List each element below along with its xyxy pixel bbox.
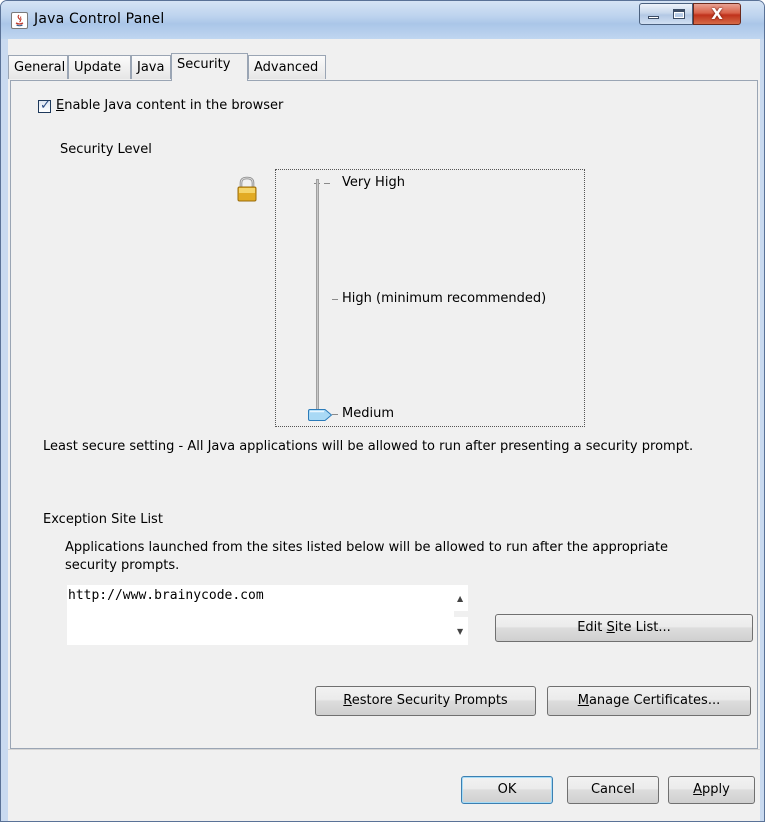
- mnemonic-letter: M: [577, 693, 589, 708]
- button-text: pply: [702, 782, 730, 797]
- divider: [8, 749, 760, 750]
- slider-thumb[interactable]: [307, 409, 333, 425]
- slider-track[interactable]: [316, 179, 319, 416]
- security-level-description: Least secure setting - All Java applicat…: [43, 439, 694, 454]
- scroll-up-arrow-icon: ▲: [457, 594, 464, 603]
- tab-security[interactable]: Security: [171, 53, 248, 81]
- java-icon[interactable]: [11, 12, 28, 29]
- tab-label: Security: [177, 57, 231, 72]
- scroll-down-arrow-icon: ▼: [457, 627, 464, 636]
- minimize-button[interactable]: [639, 3, 667, 25]
- restore-security-prompts-button[interactable]: Restore Security Prompts: [315, 686, 536, 716]
- window-title: Java Control Panel: [34, 11, 165, 27]
- button-text: Edit: [577, 620, 607, 635]
- slider-tick: [332, 299, 338, 300]
- button-text: estore Security Prompts: [351, 693, 508, 708]
- close-icon: X: [711, 5, 723, 23]
- java-control-panel-window: Java Control Panel X General Update Java…: [0, 0, 765, 822]
- mnemonic-letter: R: [343, 693, 352, 708]
- mnemonic-letter: E: [56, 98, 65, 113]
- exception-site-list[interactable]: http://www.brainycode.com: [67, 585, 454, 645]
- list-item[interactable]: http://www.brainycode.com: [68, 588, 264, 603]
- tab-advanced[interactable]: Advanced: [248, 55, 326, 79]
- exception-site-list-title: Exception Site List: [43, 512, 163, 527]
- tab-label: Update: [74, 60, 122, 75]
- title-bar[interactable]: Java Control Panel X: [1, 1, 764, 39]
- button-text: anage Certificates...: [588, 693, 721, 708]
- mnemonic-letter: A: [693, 782, 703, 797]
- tab-java[interactable]: Java: [131, 55, 171, 79]
- cancel-button[interactable]: Cancel: [567, 776, 659, 804]
- scroll-up-button[interactable]: ▲: [454, 585, 468, 611]
- tab-label: Advanced: [254, 60, 319, 75]
- level-very-high[interactable]: Very High: [342, 175, 405, 190]
- checkmark-icon: ✓: [40, 98, 51, 113]
- scroll-down-button[interactable]: ▼: [454, 617, 468, 645]
- ok-button[interactable]: OK: [461, 776, 553, 804]
- tab-general[interactable]: General: [8, 55, 68, 79]
- padlock-icon: [236, 176, 258, 206]
- enable-java-label[interactable]: Enable Java content in the browser: [56, 98, 283, 113]
- security-level-slider[interactable]: Very High High (minimum recommended) Med…: [275, 169, 585, 427]
- maximize-button[interactable]: [666, 3, 693, 25]
- level-medium[interactable]: Medium: [342, 406, 394, 421]
- apply-button[interactable]: Apply: [668, 776, 755, 804]
- mnemonic-letter: S: [606, 620, 615, 635]
- edit-site-list-button[interactable]: Edit Site List...: [495, 614, 753, 642]
- slider-tick: [324, 183, 330, 184]
- enable-java-checkbox[interactable]: ✓: [38, 98, 51, 113]
- button-text: ite List...: [614, 620, 671, 635]
- exception-site-list-description: Applications launched from the sites lis…: [65, 540, 669, 573]
- client-area: General Update Java Security Advanced ✓ …: [8, 39, 760, 821]
- tab-update[interactable]: Update: [68, 55, 131, 79]
- security-level-label: Security Level: [60, 142, 152, 157]
- manage-certificates-button[interactable]: Manage Certificates...: [547, 686, 751, 716]
- tab-label: General: [14, 60, 66, 75]
- close-button[interactable]: X: [693, 3, 741, 25]
- label-text: nable Java content in the browser: [64, 98, 284, 113]
- level-high[interactable]: High (minimum recommended): [342, 291, 546, 306]
- tab-label: Java: [137, 60, 165, 75]
